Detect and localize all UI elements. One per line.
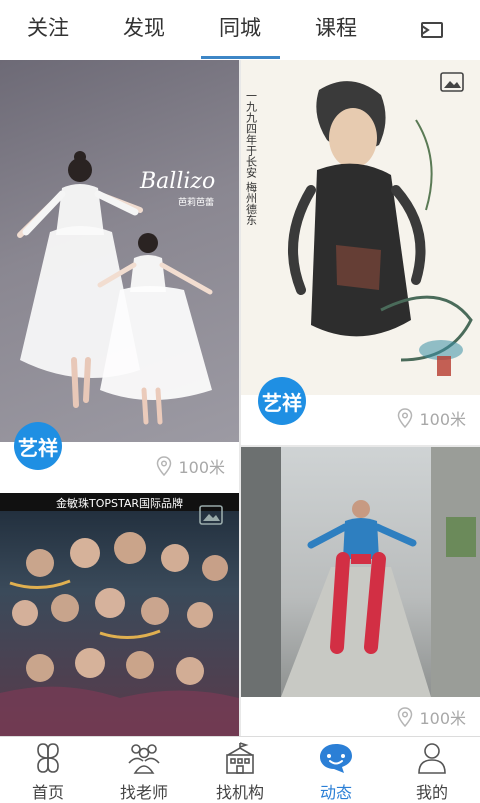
- nav-find-institution[interactable]: 找机构: [192, 737, 288, 802]
- distance-value: 100米: [419, 410, 466, 429]
- feed-card[interactable]: Ballizo 芭莉芭蕾 艺祥 100米: [0, 60, 239, 493]
- feed-card[interactable]: 一九九四年于长安 梅州德东 艺祥 100米: [241, 60, 480, 445]
- feed-card[interactable]: 金敏珠TOPSTAR国际品牌: [0, 493, 239, 736]
- user-icon: [418, 743, 446, 774]
- yixiang-badge: 艺祥: [258, 377, 306, 425]
- distance-value: 100米: [178, 458, 225, 477]
- nav-mine[interactable]: 我的: [384, 737, 480, 802]
- nav-mine-label: 我的: [415, 783, 448, 802]
- location-pin-icon: [398, 408, 413, 428]
- nav-home[interactable]: 首页: [0, 737, 96, 802]
- nav-find-teacher-label: 找老师: [119, 783, 168, 802]
- distance-label: 100米: [397, 705, 466, 729]
- distance-label: 100米: [156, 454, 225, 478]
- yixiang-badge: 艺祥: [14, 422, 62, 470]
- distance-label: 100米: [397, 406, 466, 430]
- top-tab-bar: 关注 发现 同城 课程: [0, 0, 480, 61]
- ballet-photo: Ballizo 芭莉芭蕾: [0, 60, 239, 442]
- nav-feed-label: 动态: [319, 783, 352, 802]
- image-icon: [199, 505, 223, 525]
- active-tab-indicator: [201, 56, 280, 59]
- school-building-icon: [226, 742, 254, 774]
- tab-discover[interactable]: 发现: [114, 0, 174, 58]
- poster-photo: [0, 493, 239, 736]
- nav-home-label: 首页: [31, 783, 64, 802]
- location-pin-icon: [157, 456, 172, 476]
- distance-value: 100米: [419, 709, 466, 728]
- local-feed-grid: Ballizo 芭莉芭蕾 艺祥 100米 一九九四年于长安 梅州德东 艺祥 10…: [0, 60, 480, 736]
- image-icon: [440, 72, 464, 92]
- clover-icon: [37, 743, 59, 773]
- teachers-icon: [128, 744, 160, 774]
- dancer-hallway-photo: [241, 447, 480, 697]
- painting-inscription: 一九九四年于长安 梅州德东: [245, 90, 258, 226]
- bottom-navigation: 首页 找老师 找机构 动态 我的: [0, 736, 480, 802]
- tab-local[interactable]: 同城: [210, 0, 270, 58]
- tab-courses[interactable]: 课程: [306, 0, 366, 58]
- location-pin-icon: [398, 707, 413, 727]
- brand-sub-text: 芭莉芭蕾: [178, 196, 214, 208]
- ink-painting-photo: 一九九四年于长安 梅州德东: [241, 60, 480, 395]
- feed-card[interactable]: 艺祥 100米: [241, 447, 480, 736]
- tab-follow[interactable]: 关注: [18, 0, 78, 58]
- chat-bubble-icon: [320, 744, 352, 773]
- nav-feed[interactable]: 动态: [288, 737, 384, 802]
- nav-find-institution-label: 找机构: [215, 783, 264, 802]
- video-icon[interactable]: [408, 14, 456, 46]
- brand-logo-text: Ballizo: [139, 169, 215, 194]
- nav-find-teacher[interactable]: 找老师: [96, 737, 192, 802]
